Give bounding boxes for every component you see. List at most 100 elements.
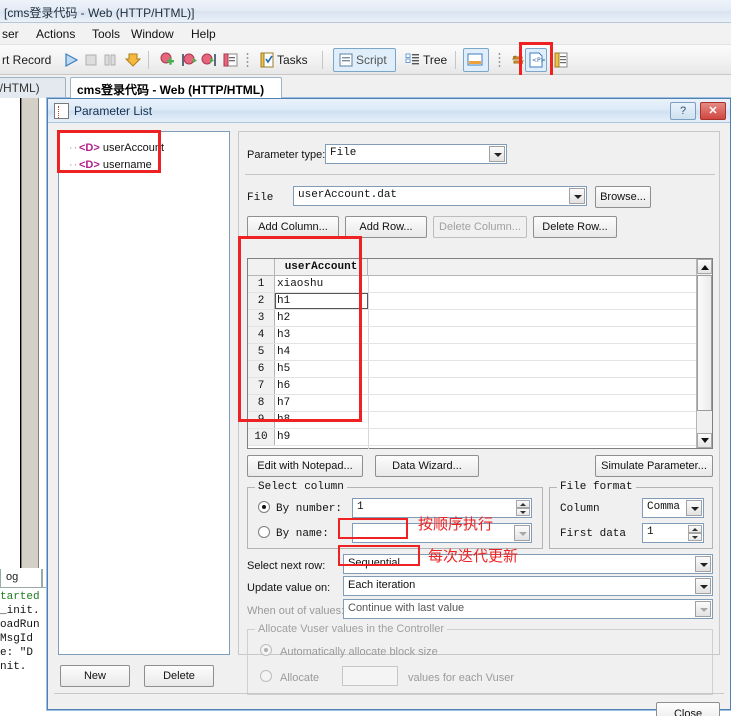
snapshot-icon[interactable]	[552, 51, 570, 69]
add-row-button[interactable]: Add Row...	[345, 216, 427, 238]
tab-inactive-1[interactable]: TTP/HTML)	[0, 77, 66, 98]
svg-text:<P>: <P>	[532, 57, 545, 64]
table-row[interactable]: 10 h9	[248, 429, 697, 446]
data-wizard-button[interactable]: Data Wizard...	[375, 455, 479, 477]
table-row[interactable]: 2 h1	[248, 293, 697, 310]
parameter-data-grid[interactable]: userAccount 1 xiaoshu 2 h1 3 h2 4 h3 5 h4 6 h5…	[247, 258, 713, 449]
by-name-radio[interactable]	[258, 526, 270, 538]
by-number-label: By number:	[276, 503, 343, 515]
spinner-up-icon[interactable]	[516, 500, 530, 508]
new-button[interactable]: New	[60, 665, 130, 687]
select-next-row-select[interactable]: Sequential	[343, 554, 713, 574]
menu-item-help[interactable]: Help	[191, 27, 216, 41]
column-format-select[interactable]: Comma	[642, 498, 704, 518]
first-data-label: First data	[560, 528, 627, 540]
parameter-list-icon[interactable]: <P>	[527, 51, 546, 69]
table-row[interactable]: 4 h3	[248, 327, 697, 344]
chevron-down-icon-updateval[interactable]	[695, 578, 711, 594]
browse-button[interactable]: Browse...	[595, 186, 651, 208]
start-record-label[interactable]: rt Record	[2, 53, 51, 67]
chevron-down-icon-nextrow[interactable]	[695, 556, 711, 572]
manual-allocate-label: Allocate	[280, 672, 320, 684]
delete-button[interactable]: Delete	[144, 665, 214, 687]
table-row[interactable]: 9 h8	[248, 412, 697, 429]
row-value[interactable]: h3	[277, 328, 290, 342]
tab-cms-login[interactable]: cms登录代码 - Web (HTTP/HTML)	[70, 77, 282, 98]
chevron-down-icon-byname[interactable]	[514, 525, 530, 541]
simulate-parameter-button[interactable]: Simulate Parameter...	[595, 455, 713, 477]
edit-with-notepad-button[interactable]: Edit with Notepad...	[247, 455, 363, 477]
tree-label[interactable]: Tree	[423, 53, 447, 67]
menu-item-window[interactable]: Window	[131, 27, 174, 41]
tree-item-label-2: username	[102, 159, 152, 171]
scroll-up-icon[interactable]	[697, 259, 712, 274]
start-transaction-icon[interactable]	[180, 51, 198, 69]
help-button[interactable]: ?	[670, 102, 696, 120]
spinner-down-icon[interactable]	[516, 508, 530, 516]
menu-item-actions[interactable]: Actions	[36, 27, 75, 41]
app-title: [cms登录代码 - Web (HTTP/HTML)]	[4, 6, 195, 20]
table-row[interactable]: 8 h7	[248, 395, 697, 412]
row-value[interactable]: h5	[277, 362, 290, 376]
row-value[interactable]: h4	[277, 345, 290, 359]
scroll-thumb[interactable]	[697, 275, 712, 411]
row-value[interactable]: h7	[277, 396, 290, 410]
menu-item-tools[interactable]: Tools	[92, 27, 120, 41]
script-label[interactable]: Script	[356, 53, 387, 67]
tasks-icon[interactable]	[258, 51, 276, 69]
log-line-4: MsgId	[0, 633, 34, 645]
chevron-down-icon-column[interactable]	[686, 500, 702, 516]
spinner-up-icon-2[interactable]	[688, 525, 702, 533]
table-row[interactable]: 6 h5	[248, 361, 697, 378]
row-value[interactable]: xiaoshu	[277, 277, 323, 291]
row-value[interactable]: h2	[277, 311, 290, 325]
by-number-radio[interactable]	[258, 501, 270, 513]
run-icon[interactable]	[62, 51, 80, 69]
row-value[interactable]: h1	[277, 294, 290, 308]
tasks-label[interactable]: Tasks	[277, 53, 308, 67]
end-transaction-icon[interactable]	[200, 51, 218, 69]
select-next-row-value: Sequential	[348, 557, 400, 569]
menu-item-vuser[interactable]: ser	[2, 27, 19, 41]
parameter-tree[interactable]: ···<D> userAccount ···<D> username	[58, 131, 230, 655]
table-row[interactable]: 5 h4	[248, 344, 697, 361]
scroll-down-icon[interactable]	[697, 433, 712, 448]
close-button[interactable]: Close	[656, 702, 720, 716]
delete-row-button[interactable]: Delete Row...	[533, 216, 617, 238]
simulate-label: Simulate Parameter...	[601, 460, 707, 472]
row-value[interactable]: h8	[277, 413, 290, 427]
toolbar-overflow-dots-2[interactable]	[498, 52, 501, 68]
row-value[interactable]: h6	[277, 379, 290, 393]
chevron-down-icon-file[interactable]	[569, 188, 585, 204]
row-number: 5	[248, 344, 275, 360]
parameter-list-window-icon	[54, 103, 69, 119]
row-value[interactable]: h9	[277, 430, 290, 444]
table-row[interactable]: 1 xiaoshu	[248, 276, 697, 293]
chevron-down-icon-type[interactable]	[489, 146, 505, 162]
file-label: File	[247, 192, 274, 204]
spinner-down-icon-2[interactable]	[688, 533, 702, 541]
file-select[interactable]: userAccount.dat	[293, 186, 587, 206]
dialog-title: Parameter List	[74, 104, 153, 118]
comment-icon[interactable]	[222, 51, 240, 69]
update-value-on-select[interactable]: Each iteration	[343, 576, 713, 596]
first-data-input[interactable]: 1	[642, 523, 704, 543]
download-script-icon[interactable]	[124, 51, 142, 69]
stop-icon	[82, 51, 100, 69]
grid-header-useraccount[interactable]: userAccount	[275, 259, 368, 275]
table-row[interactable]: 7 h6	[248, 378, 697, 395]
close-window-button[interactable]: ✕	[700, 102, 726, 120]
add-transaction-icon[interactable]	[158, 51, 176, 69]
dialog-title-bar[interactable]: Parameter List ? ✕	[48, 99, 730, 123]
data-wizard-label: Data Wizard...	[392, 460, 462, 472]
tree-item-username[interactable]: ···<D> username	[69, 157, 152, 173]
script-icon[interactable]	[337, 51, 355, 69]
tree-item-useraccount[interactable]: ···<D> userAccount	[69, 140, 164, 156]
toolbar-overflow-dots-1[interactable]	[246, 52, 249, 68]
tree-icon[interactable]	[404, 51, 422, 69]
add-column-button[interactable]: Add Column...	[247, 216, 339, 238]
parameter-type-select[interactable]: File	[325, 144, 507, 164]
grid-vertical-scrollbar[interactable]	[696, 259, 712, 448]
log-tab[interactable]: og	[0, 569, 42, 588]
table-row[interactable]: 3 h2	[248, 310, 697, 327]
